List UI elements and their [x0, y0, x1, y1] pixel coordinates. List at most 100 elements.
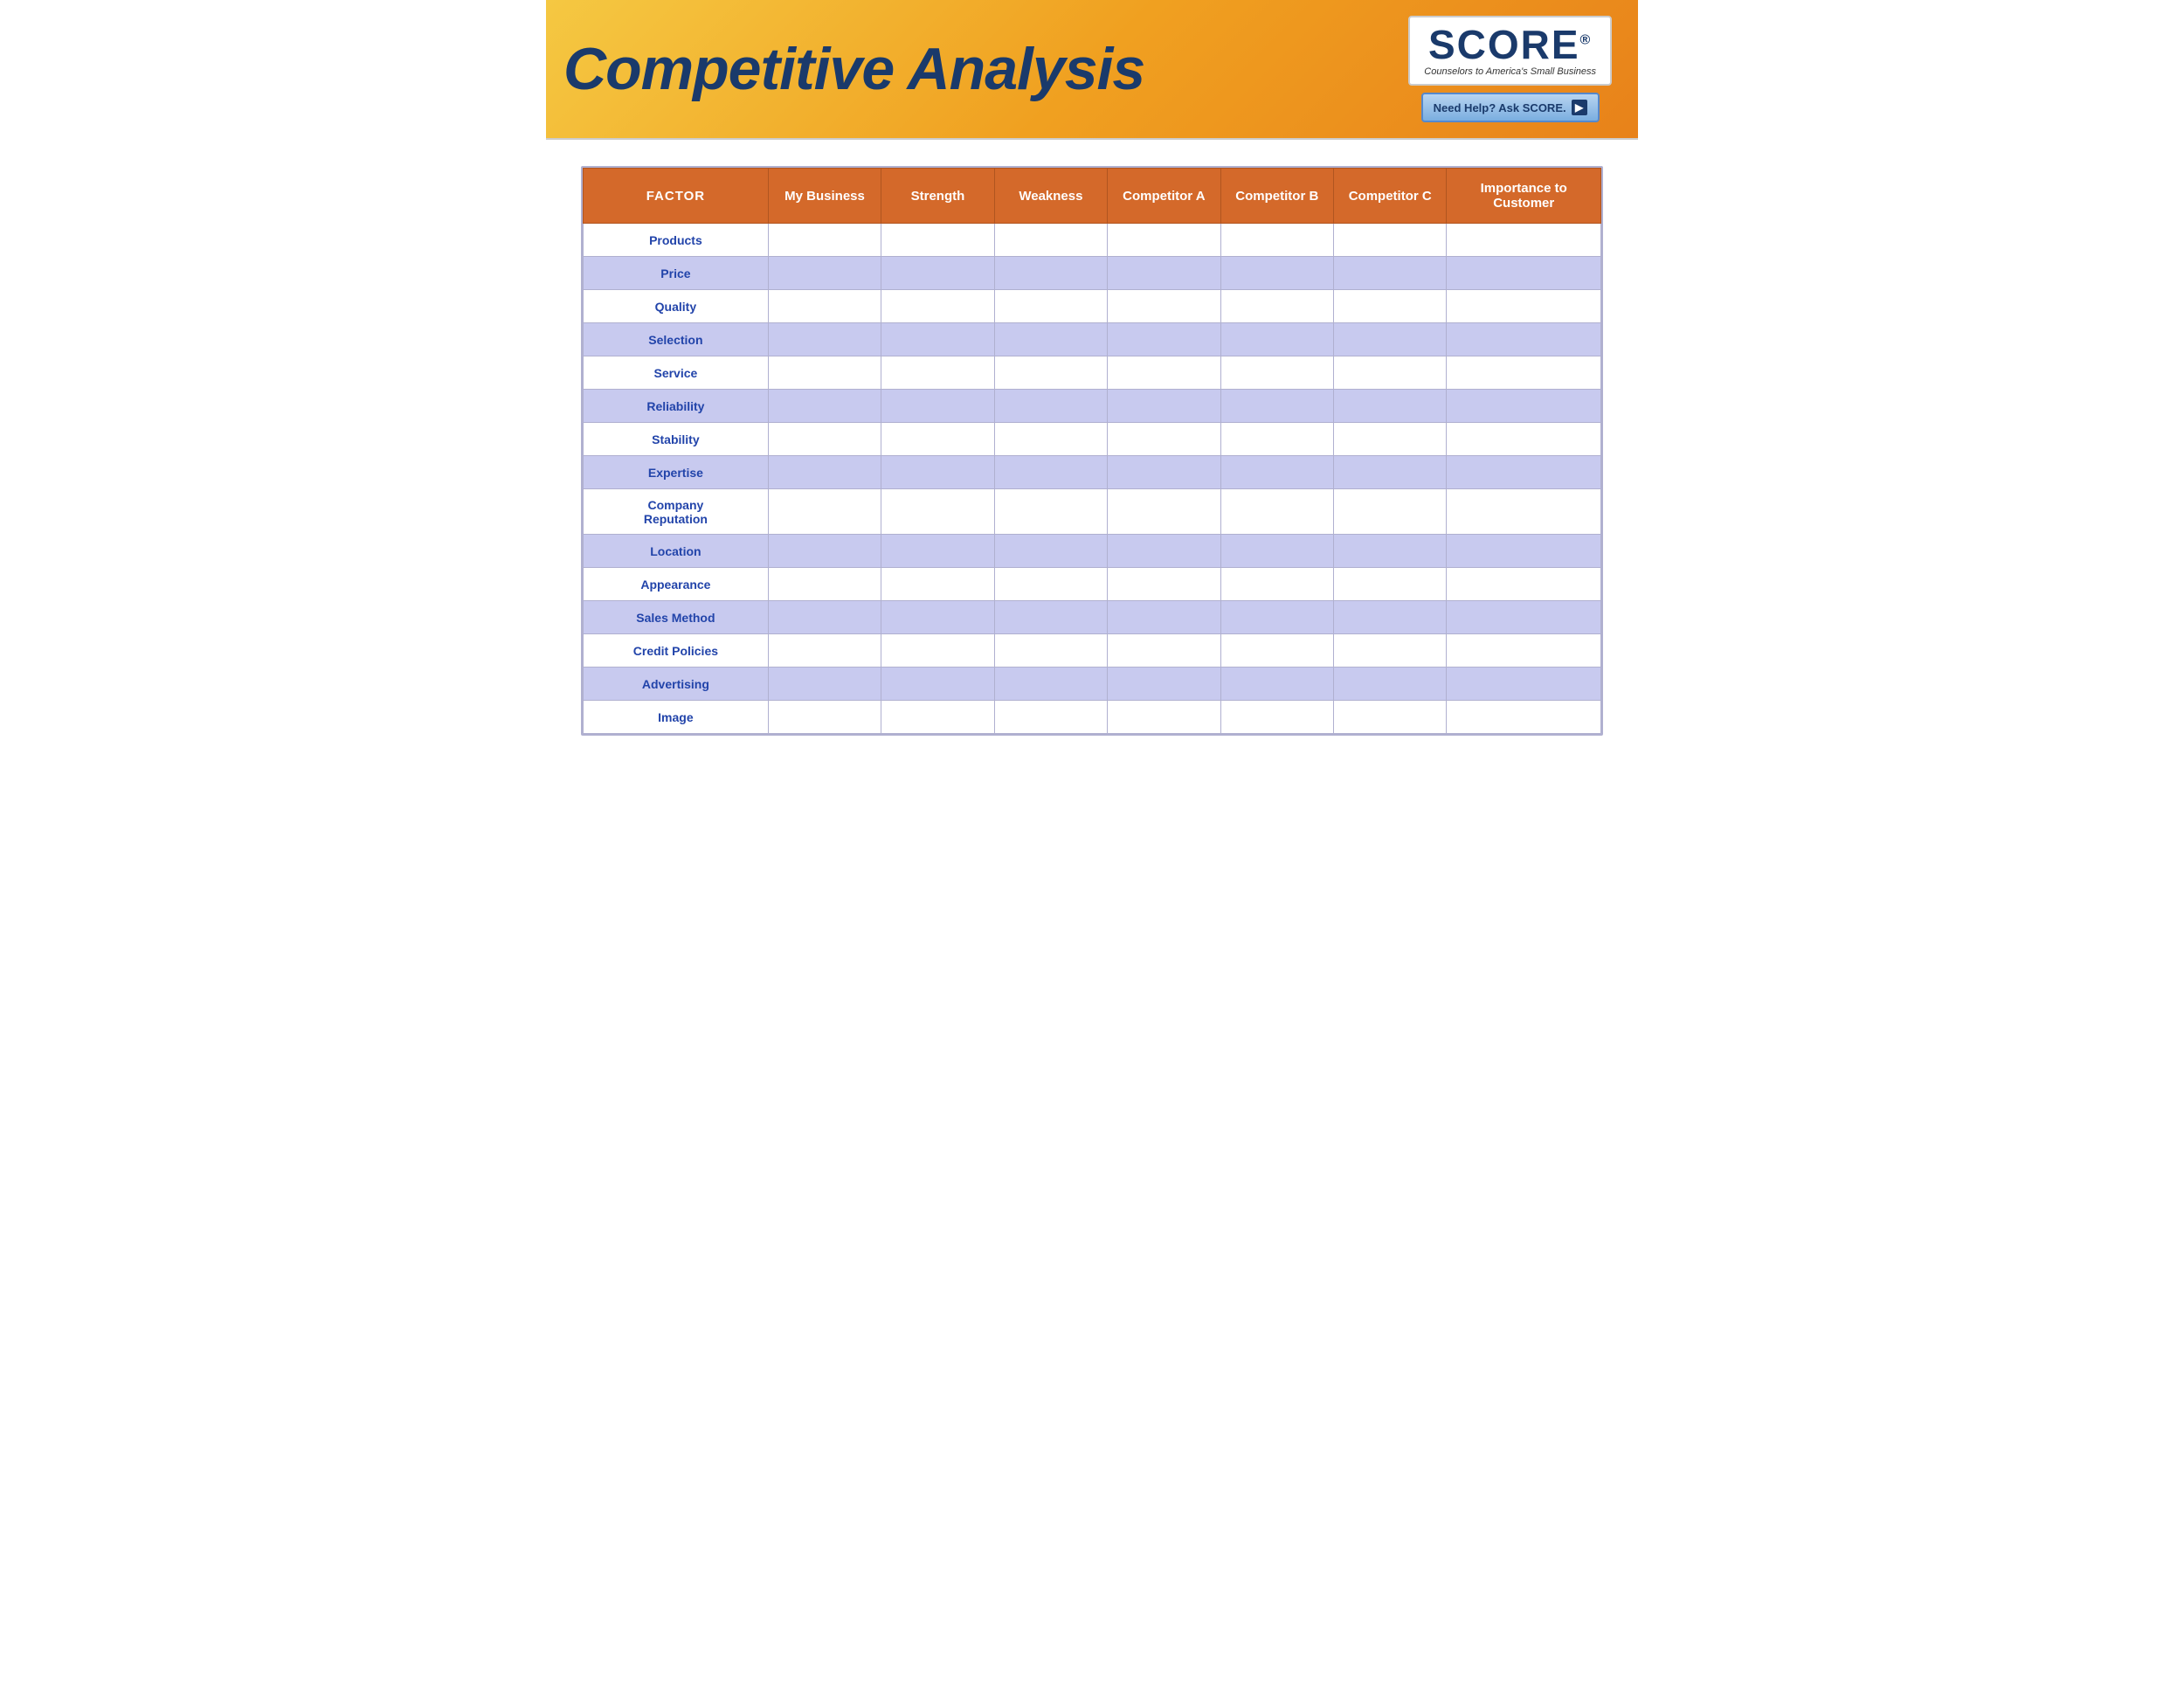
importance-cell [1447, 456, 1601, 489]
mybusiness-cell [768, 535, 881, 568]
competitor-b-cell [1220, 290, 1333, 323]
competitor-c-cell [1334, 634, 1447, 668]
competitor-a-cell [1108, 257, 1220, 290]
factor-label-cell: Price [584, 257, 769, 290]
mybusiness-cell [768, 489, 881, 535]
table-row: Selection [584, 323, 1601, 356]
factor-label-cell: Reliability [584, 390, 769, 423]
mybusiness-cell [768, 601, 881, 634]
factor-label-cell: Image [584, 701, 769, 734]
competitor-b-cell [1220, 423, 1333, 456]
mybusiness-cell [768, 668, 881, 701]
strength-cell [881, 323, 994, 356]
strength-cell [881, 224, 994, 257]
strength-cell [881, 535, 994, 568]
arrow-icon: ▶ [1572, 100, 1587, 115]
table-wrapper: FACTOR My Business Strength Weakness Com… [581, 166, 1603, 736]
competitor-b-cell [1220, 535, 1333, 568]
strength-cell [881, 390, 994, 423]
competitor-a-cell [1108, 634, 1220, 668]
strength-cell [881, 601, 994, 634]
table-header-row: FACTOR My Business Strength Weakness Com… [584, 169, 1601, 224]
table-row: Expertise [584, 456, 1601, 489]
col-header-competitor-b: Competitor B [1220, 169, 1333, 224]
table-row: Service [584, 356, 1601, 390]
col-header-competitor-a: Competitor A [1108, 169, 1220, 224]
importance-cell [1447, 568, 1601, 601]
weakness-cell [994, 489, 1107, 535]
mybusiness-cell [768, 423, 881, 456]
competitor-b-cell [1220, 568, 1333, 601]
weakness-cell [994, 423, 1107, 456]
strength-cell [881, 489, 994, 535]
strength-cell [881, 701, 994, 734]
score-logo-area: SCORE® Counselors to America's Small Bus… [1408, 16, 1612, 122]
importance-cell [1447, 323, 1601, 356]
competitor-c-cell [1334, 668, 1447, 701]
competitor-c-cell [1334, 257, 1447, 290]
weakness-cell [994, 323, 1107, 356]
importance-cell [1447, 601, 1601, 634]
competitor-b-cell [1220, 489, 1333, 535]
factor-label-cell: Appearance [584, 568, 769, 601]
factor-label-cell: Advertising [584, 668, 769, 701]
table-row: Location [584, 535, 1601, 568]
col-header-mybusiness: My Business [768, 169, 881, 224]
col-header-importance: Importance to Customer [1447, 169, 1601, 224]
header-banner: Competitive Analysis SCORE® Counselors t… [546, 0, 1638, 140]
importance-cell [1447, 257, 1601, 290]
mybusiness-cell [768, 456, 881, 489]
importance-cell [1447, 535, 1601, 568]
competitor-a-cell [1108, 668, 1220, 701]
competitor-b-cell [1220, 356, 1333, 390]
competitor-a-cell [1108, 535, 1220, 568]
importance-cell [1447, 634, 1601, 668]
mybusiness-cell [768, 290, 881, 323]
weakness-cell [994, 535, 1107, 568]
competitor-c-cell [1334, 224, 1447, 257]
main-content: FACTOR My Business Strength Weakness Com… [546, 140, 1638, 762]
competitor-a-cell [1108, 489, 1220, 535]
weakness-cell [994, 568, 1107, 601]
factor-label-cell: Credit Policies [584, 634, 769, 668]
competitor-c-cell [1334, 356, 1447, 390]
table-row: Appearance [584, 568, 1601, 601]
mybusiness-cell [768, 257, 881, 290]
score-tagline: Counselors to America's Small Business [1424, 66, 1596, 77]
strength-cell [881, 568, 994, 601]
competitor-a-cell [1108, 601, 1220, 634]
factor-label-cell: Service [584, 356, 769, 390]
competitor-b-cell [1220, 257, 1333, 290]
weakness-cell [994, 634, 1107, 668]
competitor-a-cell [1108, 456, 1220, 489]
competitor-a-cell [1108, 356, 1220, 390]
competitor-c-cell [1334, 701, 1447, 734]
table-row: Stability [584, 423, 1601, 456]
competitor-b-cell [1220, 601, 1333, 634]
factor-label-cell: CompanyReputation [584, 489, 769, 535]
table-row: Price [584, 257, 1601, 290]
factor-label-cell: Expertise [584, 456, 769, 489]
factor-label-cell: Products [584, 224, 769, 257]
table-row: Reliability [584, 390, 1601, 423]
competitor-a-cell [1108, 290, 1220, 323]
competitor-b-cell [1220, 224, 1333, 257]
need-help-button[interactable]: Need Help? Ask SCORE. ▶ [1421, 93, 1600, 122]
score-logo-text: SCORE® [1428, 24, 1592, 65]
weakness-cell [994, 224, 1107, 257]
table-row: Products [584, 224, 1601, 257]
score-r-mark: ® [1580, 33, 1593, 48]
competitor-c-cell [1334, 423, 1447, 456]
score-logo-box: SCORE® Counselors to America's Small Bus… [1408, 16, 1612, 86]
analysis-table: FACTOR My Business Strength Weakness Com… [583, 168, 1601, 734]
mybusiness-cell [768, 634, 881, 668]
strength-cell [881, 423, 994, 456]
weakness-cell [994, 601, 1107, 634]
table-row: CompanyReputation [584, 489, 1601, 535]
strength-cell [881, 634, 994, 668]
competitor-c-cell [1334, 390, 1447, 423]
strength-cell [881, 257, 994, 290]
weakness-cell [994, 456, 1107, 489]
competitor-a-cell [1108, 568, 1220, 601]
mybusiness-cell [768, 390, 881, 423]
